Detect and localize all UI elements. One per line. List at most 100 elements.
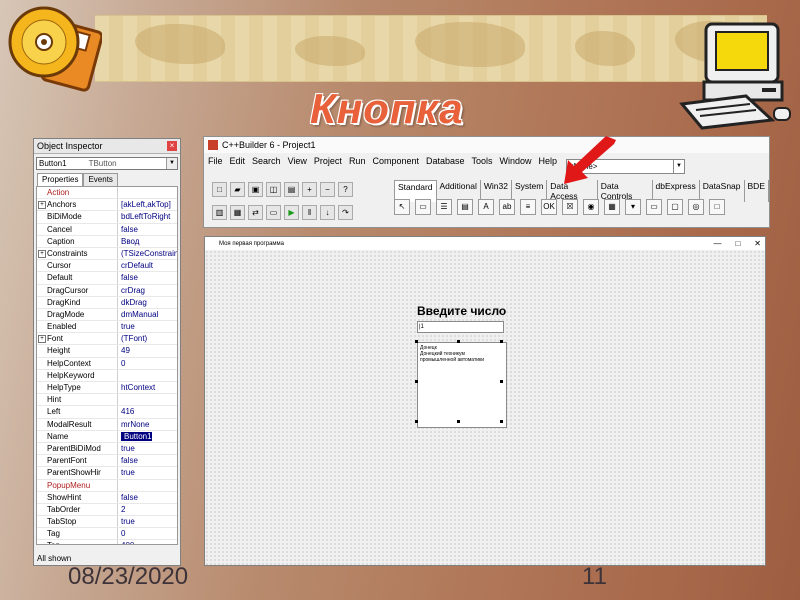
help-icon[interactable]: ? — [338, 182, 353, 197]
property-value[interactable]: Button1 — [118, 431, 177, 442]
property-value[interactable]: true — [118, 467, 177, 478]
resize-handle[interactable] — [415, 420, 418, 423]
save-icon[interactable]: ▣ — [248, 182, 263, 197]
property-value[interactable]: true — [118, 516, 177, 527]
expand-icon[interactable]: + — [38, 249, 46, 258]
property-row[interactable]: Tag 0 — [37, 528, 177, 541]
view-form-icon[interactable]: ▦ — [230, 205, 245, 220]
property-row[interactable]: Left 416 — [37, 406, 177, 419]
property-row[interactable]: Default false — [37, 272, 177, 285]
property-row[interactable]: ParentFont false — [37, 455, 177, 468]
property-row[interactable]: Name Button1 — [37, 430, 177, 443]
property-row[interactable]: Caption Ввод — [37, 235, 177, 248]
property-row[interactable]: TabOrder 2 — [37, 503, 177, 517]
resize-handle[interactable] — [500, 380, 503, 383]
property-value[interactable]: htContext — [118, 382, 177, 393]
radiogroup-icon[interactable]: ◎ — [688, 199, 704, 215]
property-value[interactable]: 400 — [118, 540, 177, 544]
chevron-down-icon[interactable]: ▼ — [673, 160, 684, 173]
property-row[interactable]: PopupMenu — [37, 479, 177, 492]
property-row[interactable]: ShowHint false — [37, 491, 177, 504]
property-value[interactable]: 0 — [118, 528, 177, 539]
edit-icon[interactable]: ab — [499, 199, 515, 215]
property-row[interactable]: + Font (TFont) — [37, 333, 177, 346]
property-row[interactable]: TabStop true — [37, 516, 177, 529]
memo-icon[interactable]: ≡ — [520, 199, 536, 215]
add-file-icon[interactable]: + — [302, 182, 317, 197]
pause-icon[interactable]: ‖ — [302, 205, 317, 220]
listbox-icon[interactable]: ▦ — [604, 199, 620, 215]
expand-icon[interactable]: + — [38, 335, 46, 344]
remove-file-icon[interactable]: − — [320, 182, 335, 197]
property-row[interactable]: HelpContext 0 — [37, 357, 177, 370]
property-row[interactable]: + Anchors [akLeft,akTop] — [37, 199, 177, 212]
property-value[interactable]: Ввод — [118, 236, 177, 247]
property-row[interactable]: Action — [37, 187, 177, 200]
property-value[interactable]: false — [118, 224, 177, 235]
property-value[interactable]: 49 — [118, 345, 177, 356]
property-value[interactable]: mrNone — [118, 419, 177, 430]
run-icon[interactable]: ▶ — [284, 205, 299, 220]
menu-item-component[interactable]: Component — [372, 156, 419, 166]
property-value[interactable] — [118, 480, 177, 491]
property-row[interactable]: Hint — [37, 394, 177, 407]
menu-item-run[interactable]: Run — [349, 156, 366, 166]
resize-handle[interactable] — [415, 340, 418, 343]
property-value[interactable]: dkDrag — [118, 297, 177, 308]
property-row[interactable]: Top 400 — [37, 540, 177, 544]
property-value[interactable]: false — [118, 492, 177, 503]
property-value[interactable]: 0 — [118, 358, 177, 369]
property-value[interactable]: (TSizeConstraints) — [118, 248, 177, 259]
property-row[interactable]: DragMode dmManual — [37, 308, 177, 322]
property-row[interactable]: +Constraints(TSizeConstraints) — [37, 247, 177, 261]
property-value[interactable]: crDefault — [118, 260, 177, 271]
close-icon[interactable]: × — [167, 141, 177, 151]
frames-icon[interactable]: ▭ — [415, 199, 431, 215]
combobox-icon[interactable]: ▾ — [625, 199, 641, 215]
open-icon[interactable]: ▰ — [230, 182, 245, 197]
property-value[interactable] — [118, 187, 177, 198]
menu-item-help[interactable]: Help — [539, 156, 558, 166]
button-icon[interactable]: OK — [541, 199, 557, 215]
new-form-icon[interactable]: ▭ — [266, 205, 281, 220]
property-row[interactable]: Cursor crDefault — [37, 260, 177, 273]
tab-events[interactable]: Events — [83, 173, 118, 186]
view-unit-icon[interactable]: ▥ — [212, 205, 227, 220]
scrollbar-icon[interactable]: ▭ — [646, 199, 662, 215]
property-row[interactable]: ParentShowHir true — [37, 467, 177, 480]
open-project-icon[interactable]: ▤ — [284, 182, 299, 197]
resize-handle[interactable] — [500, 340, 503, 343]
trace-into-icon[interactable]: ↓ — [320, 205, 335, 220]
property-value[interactable]: bdLeftToRight — [118, 211, 177, 222]
property-row[interactable]: HelpType htContext — [37, 382, 177, 395]
resize-handle[interactable] — [415, 380, 418, 383]
number-input[interactable]: |1 — [417, 321, 504, 333]
expand-icon[interactable]: + — [38, 201, 46, 210]
close-icon[interactable]: ✕ — [754, 239, 761, 248]
property-row[interactable]: DragKind dkDrag — [37, 296, 177, 309]
property-value[interactable]: false — [118, 455, 177, 466]
property-row[interactable]: ModalResult mrNone — [37, 418, 177, 431]
chevron-down-icon[interactable]: ▼ — [166, 158, 177, 169]
resize-handle[interactable] — [457, 340, 460, 343]
property-value[interactable]: crDrag — [118, 285, 177, 296]
property-value[interactable] — [118, 394, 177, 405]
menu-item-view[interactable]: View — [288, 156, 307, 166]
popupmenu-icon[interactable]: ▤ — [457, 199, 473, 215]
step-over-icon[interactable]: ↷ — [338, 205, 353, 220]
property-row[interactable]: ParentBiDiMod true — [37, 442, 177, 456]
mainmenu-icon[interactable]: ☰ — [436, 199, 452, 215]
groupbox-icon[interactable]: ▢ — [667, 199, 683, 215]
property-value[interactable]: 416 — [118, 406, 177, 417]
resize-handle[interactable] — [457, 420, 460, 423]
menu-item-window[interactable]: Window — [500, 156, 532, 166]
tab-bde[interactable]: BDE — [745, 180, 769, 202]
property-row[interactable]: HelpKeyword — [37, 369, 177, 382]
property-value[interactable]: 2 — [118, 504, 177, 515]
panel-icon[interactable]: □ — [709, 199, 725, 215]
menu-item-edit[interactable]: Edit — [230, 156, 246, 166]
property-value[interactable]: (TFont) — [118, 333, 177, 344]
property-value[interactable]: true — [118, 443, 177, 454]
memo-box[interactable]: Донецк Донецкий техникум промышленной ав… — [417, 342, 507, 428]
new-icon[interactable]: □ — [212, 182, 227, 197]
